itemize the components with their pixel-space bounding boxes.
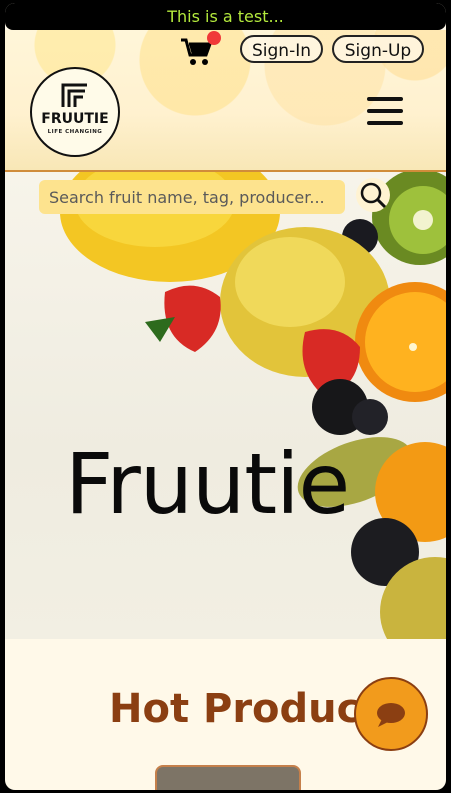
search-input[interactable] (39, 180, 345, 214)
hero-banner (5, 172, 446, 639)
chat-bubble-icon (377, 703, 405, 727)
sign-up-button[interactable]: Sign-Up (332, 35, 424, 63)
search-button[interactable] (356, 178, 390, 212)
logo-name: FRUUTIE (41, 111, 109, 127)
announcement-bar: This is a test... (5, 3, 446, 30)
brand-logo[interactable]: FRUUTIE LIFE CHANGING (30, 67, 120, 157)
logo-tagline: LIFE CHANGING (47, 129, 103, 135)
chat-button[interactable] (354, 677, 428, 751)
logo-f-icon (61, 83, 87, 107)
site-header: Sign-In Sign-Up FRUUTIE LIFE CHANGING (5, 30, 446, 172)
cart-notification-dot (207, 31, 221, 45)
fruit-hero-image (60, 172, 446, 639)
hero-title: Fruutie (65, 435, 350, 533)
sign-in-button[interactable]: Sign-In (240, 35, 323, 63)
product-card-image[interactable] (155, 765, 301, 790)
hamburger-menu-icon[interactable] (367, 97, 403, 127)
search-bar (39, 180, 345, 214)
app-frame: This is a test... Sign-In Sign-Up FRUUTI… (5, 3, 446, 790)
hot-product-heading: Hot Product (109, 686, 380, 732)
search-icon (360, 182, 387, 209)
